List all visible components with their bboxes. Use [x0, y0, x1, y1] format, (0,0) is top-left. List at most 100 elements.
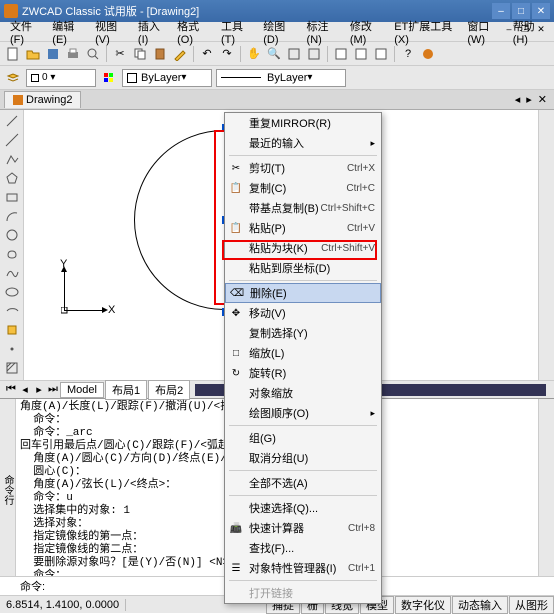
block-tool[interactable]: [2, 321, 22, 339]
props-button[interactable]: [332, 45, 350, 63]
doc-icon: [13, 95, 23, 105]
menu-item[interactable]: 取消分组(U): [225, 448, 381, 468]
menu-item: 打开链接: [225, 583, 381, 603]
vertical-scrollbar[interactable]: [538, 110, 554, 380]
menu-item[interactable]: 绘图顺序(O)▸: [225, 403, 381, 423]
child-restore-button[interactable]: ❐: [518, 24, 532, 36]
paste-button[interactable]: [151, 45, 169, 63]
menu-item[interactable]: 编辑(E): [46, 16, 89, 48]
about-button[interactable]: [419, 45, 437, 63]
status-toggle[interactable]: 从图形: [509, 596, 554, 614]
menu-item[interactable]: ⌫删除(E): [225, 283, 381, 303]
menu-item[interactable]: 📋复制(C)Ctrl+C: [225, 178, 381, 198]
mt-first[interactable]: ⏮: [4, 383, 18, 396]
color-button[interactable]: [100, 69, 118, 87]
menu-icon: 📠: [229, 521, 243, 535]
layout1-tab[interactable]: 布局1: [105, 380, 147, 400]
menu-item[interactable]: 📋粘贴(P)Ctrl+V: [225, 218, 381, 238]
menu-item[interactable]: 绘图(D): [257, 16, 300, 48]
matchprop-button[interactable]: [171, 45, 189, 63]
spline-tool[interactable]: [2, 264, 22, 282]
preview-button[interactable]: [84, 45, 102, 63]
mt-prev[interactable]: ◂: [18, 383, 32, 396]
menu-label: 快速选择(Q)...: [249, 500, 318, 516]
model-tab[interactable]: Model: [60, 382, 104, 398]
menu-item[interactable]: 对象缩放: [225, 383, 381, 403]
menu-item[interactable]: 修改(M): [344, 16, 388, 48]
new-button[interactable]: [4, 45, 22, 63]
menu-item[interactable]: 视图(V): [89, 16, 132, 48]
undo-button[interactable]: ↶: [198, 45, 216, 63]
polygon-tool[interactable]: [2, 169, 22, 187]
submenu-arrow-icon: ▸: [370, 138, 375, 149]
layer-button[interactable]: [4, 69, 22, 87]
menu-item[interactable]: 组(G): [225, 428, 381, 448]
redo-button[interactable]: ↷: [218, 45, 236, 63]
menu-item[interactable]: 重复MIRROR(R): [225, 113, 381, 133]
pan-button[interactable]: ✋: [245, 45, 263, 63]
layer-select[interactable]: 0 ▾: [26, 69, 96, 87]
menu-item[interactable]: 查找(F)...: [225, 538, 381, 558]
menu-item[interactable]: 格式(O): [171, 16, 215, 48]
document-tab[interactable]: Drawing2: [4, 91, 81, 108]
menu-label: 快速计算器: [249, 520, 304, 536]
status-toggle[interactable]: 动态输入: [452, 596, 508, 614]
menu-item[interactable]: 标注(N): [301, 16, 344, 48]
pline-tool[interactable]: [2, 150, 22, 168]
line-tool[interactable]: [2, 112, 22, 130]
child-minimize-button[interactable]: –: [502, 24, 516, 36]
xline-tool[interactable]: [2, 131, 22, 149]
cmd-scroll[interactable]: [538, 399, 554, 576]
open-button[interactable]: [24, 45, 42, 63]
copy-button[interactable]: [131, 45, 149, 63]
menu-item[interactable]: □缩放(L): [225, 343, 381, 363]
menu-item[interactable]: 最近的输入▸: [225, 133, 381, 153]
tool-palette-button[interactable]: [372, 45, 390, 63]
menu-item[interactable]: 插入(I): [132, 16, 171, 48]
arc-tool[interactable]: [2, 207, 22, 225]
menu-item[interactable]: ✥移动(V): [225, 303, 381, 323]
menu-item[interactable]: ☰对象特性管理器(I)Ctrl+1: [225, 558, 381, 578]
linetype-select[interactable]: ByLayer ▾: [216, 69, 346, 87]
menu-item[interactable]: 粘贴到原坐标(D): [225, 258, 381, 278]
ellipse-tool[interactable]: [2, 283, 22, 301]
mt-last[interactable]: ⏭: [46, 383, 60, 396]
menu-label: 旋转(R): [249, 365, 286, 381]
layout2-tab[interactable]: 布局2: [148, 380, 190, 400]
menu-item[interactable]: ET扩展工具(X): [388, 16, 461, 48]
tab-nav-right[interactable]: ▸: [523, 93, 535, 106]
menu-label: 打开链接: [249, 585, 293, 601]
rect-tool[interactable]: [2, 188, 22, 206]
menu-item[interactable]: 带基点复制(B)Ctrl+Shift+C: [225, 198, 381, 218]
menu-label: 组(G): [249, 430, 276, 446]
mt-next[interactable]: ▸: [32, 383, 46, 396]
document-tabbar: Drawing2 ◂ ▸ ✕: [0, 90, 554, 110]
zoom-button[interactable]: 🔍: [265, 45, 283, 63]
menu-item[interactable]: ✂剪切(T)Ctrl+X: [225, 158, 381, 178]
ellipse-arc-tool[interactable]: [2, 302, 22, 320]
menu-item[interactable]: 全部不选(A): [225, 473, 381, 493]
tab-nav-left[interactable]: ◂: [512, 93, 524, 106]
help-button[interactable]: ?: [399, 45, 417, 63]
point-tool[interactable]: [2, 340, 22, 358]
menu-item[interactable]: ↻旋转(R): [225, 363, 381, 383]
child-close-button[interactable]: ✕: [534, 24, 548, 36]
menu-item[interactable]: 📠快速计算器Ctrl+8: [225, 518, 381, 538]
menu-item[interactable]: 复制选择(Y): [225, 323, 381, 343]
cut-button[interactable]: ✂: [111, 45, 129, 63]
color-select[interactable]: ByLayer ▾: [122, 69, 212, 87]
revcloud-tool[interactable]: [2, 245, 22, 263]
tab-close[interactable]: ✕: [535, 93, 550, 106]
zoomwin-button[interactable]: [285, 45, 303, 63]
circle-tool[interactable]: [2, 226, 22, 244]
design-center-button[interactable]: [352, 45, 370, 63]
draw-toolbar: [0, 110, 24, 380]
status-toggle[interactable]: 数字化仪: [395, 596, 451, 614]
hatch-tool[interactable]: [2, 359, 22, 377]
menu-item[interactable]: 工具(T): [215, 16, 257, 48]
save-button[interactable]: [44, 45, 62, 63]
print-button[interactable]: [64, 45, 82, 63]
menu-item[interactable]: 文件(F): [4, 16, 46, 48]
menu-item[interactable]: 快速选择(Q)...: [225, 498, 381, 518]
zoomprev-button[interactable]: [305, 45, 323, 63]
